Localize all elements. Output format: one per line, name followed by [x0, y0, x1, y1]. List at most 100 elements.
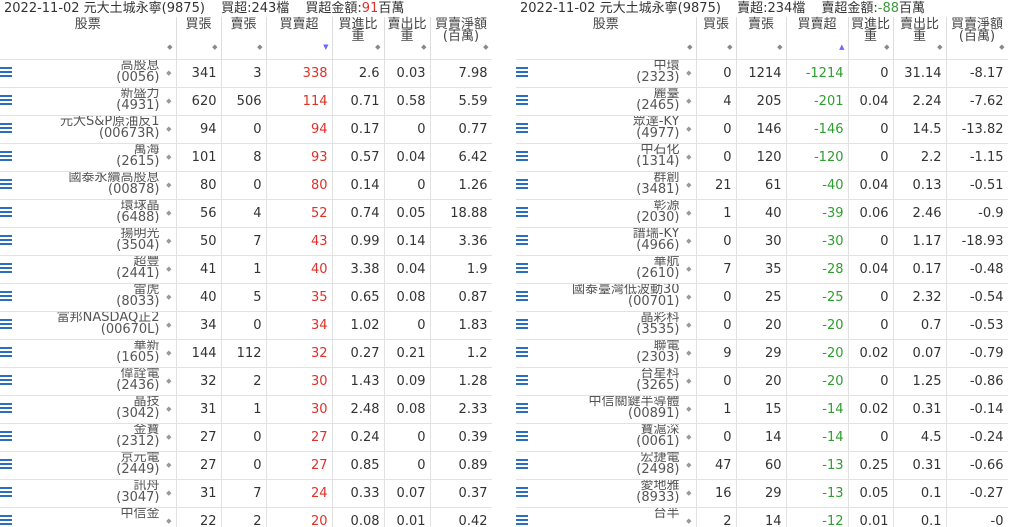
table-row[interactable]: 眾達-KY (4977) ◆ 0 146 -146 0 14.5 -13.82 — [516, 115, 1008, 144]
stock-name-link[interactable]: 訊舟 (3047) — [116, 481, 159, 505]
stock-cell[interactable]: 中信關鍵半導體 (00891) ◆ — [516, 395, 697, 424]
header-sell[interactable]: 賣張 ◆ — [736, 17, 787, 60]
stock-cell[interactable]: 中石化 (1314) ◆ — [516, 143, 697, 172]
table-row[interactable]: 華新 (1605) ◆ 144 112 32 0.27 0.21 1.2 — [0, 339, 492, 368]
list-icon[interactable] — [0, 375, 12, 387]
header-sell-ratio[interactable]: 賣出比重 ◆ — [384, 17, 431, 60]
header-net[interactable]: 買賣超 ▼ — [266, 17, 333, 60]
stock-cell[interactable]: 雷虎 (8033) ◆ — [0, 283, 177, 312]
sort-arrows-icon[interactable]: ◆ — [687, 41, 692, 53]
stock-cell[interactable]: 華航 (2610) ◆ — [516, 255, 697, 284]
table-row[interactable]: 環球晶 (6488) ◆ 56 4 52 0.74 0.05 18.88 — [0, 199, 492, 228]
stock-name-link[interactable]: 環球晶 (6488) — [116, 201, 159, 225]
stock-name-link[interactable]: 中環 (2323) — [636, 61, 679, 85]
stock-cell[interactable]: 譜瑞-KY (4966) ◆ — [516, 227, 697, 256]
list-icon[interactable] — [516, 403, 528, 415]
list-icon[interactable] — [516, 459, 528, 471]
list-icon[interactable] — [516, 319, 528, 331]
stock-cell[interactable]: 群創 (3481) ◆ — [516, 171, 697, 200]
list-icon[interactable] — [516, 235, 528, 247]
list-icon[interactable] — [0, 235, 12, 247]
stock-name-link[interactable]: 眾達-KY (4977) — [633, 117, 680, 141]
list-icon[interactable] — [516, 431, 528, 443]
stock-name-link[interactable]: 聯電 (2303) — [636, 341, 679, 365]
stock-cell[interactable]: 晶技 (3042) ◆ — [0, 395, 177, 424]
list-icon[interactable] — [0, 179, 12, 191]
sort-arrows-icon[interactable]: ◆ — [257, 41, 262, 53]
list-icon[interactable] — [0, 263, 12, 275]
table-row[interactable]: 中信金 ◆ 22 2 20 0.08 0.01 0.42 — [0, 507, 492, 527]
stock-name-link[interactable]: 元大S&P原油反1 (00673R) — [60, 117, 160, 141]
stock-name-link[interactable]: 高股息 (0056) — [116, 61, 159, 85]
stock-cell[interactable]: 麗臺 (2465) ◆ — [516, 87, 697, 116]
stock-cell[interactable]: 偉詮電 (2436) ◆ — [0, 367, 177, 396]
header-net[interactable]: 買賣超 ▲ — [786, 17, 849, 60]
table-row[interactable]: 愛地雅 (8933) ◆ 16 29 -13 0.05 0.1 -0.27 — [516, 479, 1008, 508]
stock-cell[interactable]: 中環 (2323) ◆ — [516, 59, 697, 88]
table-row[interactable]: 宏捷電 (2498) ◆ 47 60 -13 0.25 0.31 -0.66 — [516, 451, 1008, 480]
table-row[interactable]: 中環 (2323) ◆ 0 1214 -1214 0 31.14 -8.17 — [516, 59, 1008, 88]
table-row[interactable]: 雷虎 (8033) ◆ 40 5 35 0.65 0.08 0.87 — [0, 283, 492, 312]
stock-name-link[interactable]: 寶滬深 (0061) — [636, 425, 679, 449]
stock-cell[interactable]: 華新 (1605) ◆ — [0, 339, 177, 368]
table-row[interactable]: 華航 (2610) ◆ 7 35 -28 0.04 0.17 -0.48 — [516, 255, 1008, 284]
table-row[interactable]: 台星科 (3265) ◆ 0 20 -20 0 1.25 -0.86 — [516, 367, 1008, 396]
table-row[interactable]: 高股息 (0056) ◆ 341 3 338 2.6 0.03 7.98 — [0, 59, 492, 88]
table-row[interactable]: 群創 (3481) ◆ 21 61 -40 0.04 0.13 -0.51 — [516, 171, 1008, 200]
stock-cell[interactable]: 聯電 (2303) ◆ — [516, 339, 697, 368]
list-icon[interactable] — [516, 151, 528, 163]
stock-cell[interactable]: 揚明光 (3504) ◆ — [0, 227, 177, 256]
table-row[interactable]: 晶技 (3042) ◆ 31 1 30 2.48 0.08 2.33 — [0, 395, 492, 424]
list-icon[interactable] — [0, 347, 12, 359]
stock-name-link[interactable]: 台星科 (3265) — [636, 369, 679, 393]
stock-name-link[interactable]: 晶技 (3042) — [116, 397, 159, 421]
list-icon[interactable] — [516, 375, 528, 387]
stock-cell[interactable]: 元大S&P原油反1 (00673R) ◆ — [0, 115, 177, 144]
table-row[interactable]: 超豐 (2441) ◆ 41 1 40 3.38 0.04 1.9 — [0, 255, 492, 284]
stock-name-link[interactable]: 超豐 (2441) — [116, 257, 159, 281]
sort-arrows-icon[interactable]: ◆ — [999, 41, 1004, 53]
stock-name-link[interactable]: 愛地雅 (8933) — [636, 481, 679, 505]
stock-name-link[interactable]: 中信關鍵半導體 (00891) — [588, 397, 679, 421]
header-sell[interactable]: 賣張 ◆ — [221, 17, 267, 60]
stock-cell[interactable]: 富邦NASDAQ正2 (00670L) ◆ — [0, 311, 177, 340]
table-row[interactable]: 晶彩科 (3535) ◆ 0 20 -20 0 0.7 -0.53 — [516, 311, 1008, 340]
list-icon[interactable] — [516, 123, 528, 135]
table-row[interactable]: 富邦NASDAQ正2 (00670L) ◆ 34 0 34 1.02 0 1.83 — [0, 311, 492, 340]
header-buy-ratio[interactable]: 買進比重 ◆ — [332, 17, 385, 60]
stock-cell[interactable]: 萬海 (2615) ◆ — [0, 143, 177, 172]
table-row[interactable]: 聯電 (2303) ◆ 9 29 -20 0.02 0.07 -0.79 — [516, 339, 1008, 368]
table-row[interactable]: 京元電 (2449) ◆ 27 0 27 0.85 0 0.89 — [0, 451, 492, 480]
stock-name-link[interactable]: 金寶 (2312) — [116, 425, 159, 449]
table-row[interactable]: 中信關鍵半導體 (00891) ◆ 1 15 -14 0.02 0.31 -0.14 — [516, 395, 1008, 424]
list-icon[interactable] — [0, 487, 12, 499]
stock-cell[interactable]: 寶滬深 (0061) ◆ — [516, 423, 697, 452]
stock-cell[interactable]: 眾達-KY (4977) ◆ — [516, 115, 697, 144]
list-icon[interactable] — [516, 179, 528, 191]
stock-name-link[interactable]: 華航 (2610) — [636, 257, 679, 281]
list-icon[interactable] — [516, 95, 528, 107]
sort-arrows-icon[interactable]: ◆ — [421, 41, 426, 53]
list-icon[interactable] — [516, 291, 528, 303]
table-row[interactable]: 訊舟 (3047) ◆ 31 7 24 0.33 0.07 0.37 — [0, 479, 492, 508]
stock-name-link[interactable]: 偉詮電 (2436) — [116, 369, 159, 393]
stock-cell[interactable]: 新盛力 (4931) ◆ — [0, 87, 177, 116]
list-icon[interactable] — [0, 123, 12, 135]
list-icon[interactable] — [516, 207, 528, 219]
stock-name-link[interactable]: 譜瑞-KY (4966) — [633, 229, 680, 253]
list-icon[interactable] — [516, 515, 528, 527]
header-buy-ratio[interactable]: 買進比重 ◆ — [848, 17, 894, 60]
table-row[interactable]: 萬海 (2615) ◆ 101 8 93 0.57 0.04 6.42 — [0, 143, 492, 172]
sort-arrows-icon[interactable]: ◆ — [375, 41, 380, 53]
stock-cell[interactable]: 中信金 ◆ — [0, 507, 177, 527]
sort-arrows-icon[interactable]: ◆ — [777, 41, 782, 53]
list-icon[interactable] — [0, 515, 12, 527]
stock-cell[interactable]: 金寶 (2312) ◆ — [0, 423, 177, 452]
list-icon[interactable] — [516, 487, 528, 499]
header-net-amount[interactable]: 買賣淨額(百萬) ◆ — [430, 17, 492, 60]
stock-cell[interactable]: 高股息 (0056) ◆ — [0, 59, 177, 88]
stock-name-link[interactable]: 新盛力 (4931) — [116, 89, 159, 113]
list-icon[interactable] — [516, 263, 528, 275]
stock-name-link[interactable]: 宏捷電 (2498) — [636, 453, 679, 477]
stock-name-link[interactable]: 雷虎 (8033) — [116, 285, 159, 309]
